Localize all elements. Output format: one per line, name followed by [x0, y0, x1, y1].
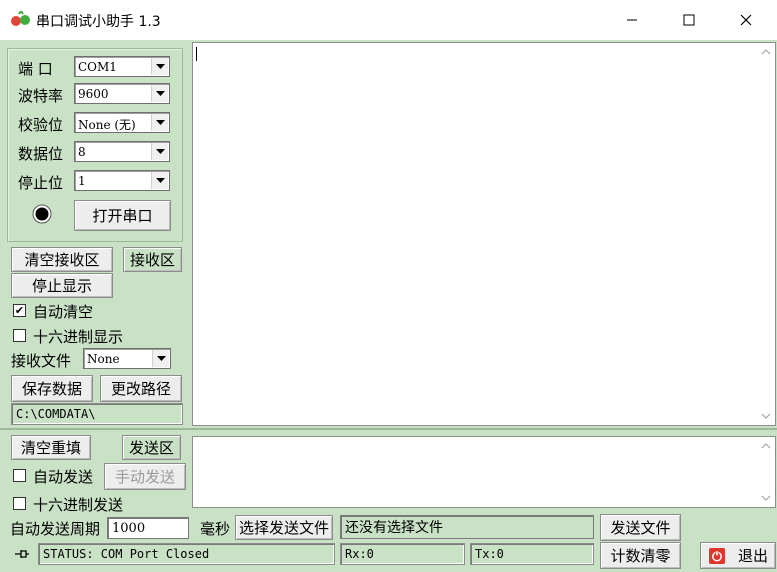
auto-clear-checkbox[interactable]: ✔ [13, 304, 26, 317]
databits-select[interactable]: 8 [74, 141, 170, 162]
choose-send-file-button[interactable]: 选择发送文件 [235, 515, 333, 540]
databits-label: 数据位 [18, 145, 64, 163]
receive-file-select[interactable]: None [83, 348, 171, 369]
tx-count: Tx:0 [470, 543, 594, 565]
baud-value: 9600 [78, 87, 109, 101]
port-status-indicator-icon [32, 204, 52, 224]
receive-file-label: 接收文件 [11, 352, 72, 370]
stop-display-button[interactable]: 停止显示 [11, 273, 113, 298]
text-cursor [196, 47, 197, 61]
receive-area-button[interactable]: 接收区 [123, 247, 182, 272]
port-select[interactable]: COM1 [74, 56, 170, 77]
manual-send-button[interactable]: 手动发送 [104, 463, 186, 490]
rx-count: Rx:0 [340, 543, 465, 565]
chevron-down-icon [151, 85, 168, 102]
scroll-up-icon[interactable] [761, 49, 771, 55]
stopbits-select[interactable]: 1 [74, 170, 170, 191]
minimize-button[interactable] [603, 0, 661, 40]
receive-file-value: None [87, 352, 120, 366]
divider [0, 428, 777, 430]
auto-send-checkbox[interactable] [13, 469, 26, 482]
send-textarea[interactable] [192, 436, 776, 508]
auto-send-label: 自动发送 [33, 468, 94, 486]
stopbits-label: 停止位 [18, 174, 64, 192]
title-bar: 串口调试小助手 1.3 [0, 0, 777, 40]
change-path-button[interactable]: 更改路径 [100, 375, 182, 402]
parity-label: 校验位 [18, 116, 64, 134]
hex-display-checkbox[interactable] [13, 329, 26, 342]
exit-label: 退出 [738, 547, 769, 565]
maximize-button[interactable] [660, 0, 718, 40]
save-data-button[interactable]: 保存数据 [11, 375, 93, 402]
status-text: STATUS: COM Port Closed [38, 543, 335, 565]
exit-button[interactable]: 退出 [700, 542, 776, 569]
open-port-button[interactable]: 打开串口 [74, 200, 171, 231]
hex-send-checkbox[interactable] [13, 497, 26, 510]
send-period-input[interactable]: 1000 [107, 517, 189, 539]
send-area-button[interactable]: 发送区 [122, 435, 181, 460]
hex-send-label: 十六进制发送 [33, 496, 124, 514]
databits-value: 8 [78, 145, 86, 159]
stopbits-value: 1 [78, 174, 86, 188]
send-file-status: 还没有选择文件 [340, 515, 594, 539]
parity-value: None (无) [78, 118, 136, 132]
chevron-down-icon [151, 58, 168, 75]
save-path-display: C:\COMDATA\ [11, 403, 183, 425]
window-title: 串口调试小助手 1.3 [36, 14, 161, 30]
clear-send-button[interactable]: 清空重填 [11, 435, 91, 460]
receive-scrollbar[interactable] [757, 43, 775, 425]
chevron-down-icon [151, 172, 168, 189]
pin-icon[interactable] [12, 546, 30, 562]
scroll-up-icon[interactable] [761, 443, 771, 449]
app-icon [11, 11, 30, 26]
checkmark-icon: ✔ [14, 304, 25, 317]
send-file-button[interactable]: 发送文件 [600, 514, 681, 541]
port-label: 端 口 [18, 60, 53, 78]
hex-display-label: 十六进制显示 [33, 328, 124, 346]
parity-select[interactable]: None (无) [74, 112, 170, 133]
scroll-down-icon[interactable] [761, 413, 771, 419]
close-button[interactable] [717, 0, 775, 40]
chevron-down-icon [151, 143, 168, 160]
port-value: COM1 [78, 60, 117, 74]
receive-textarea[interactable] [192, 42, 776, 426]
send-scrollbar[interactable] [757, 437, 775, 507]
baud-select[interactable]: 9600 [74, 83, 170, 104]
clear-receive-button[interactable]: 清空接收区 [11, 247, 113, 272]
chevron-down-icon [151, 114, 168, 131]
reset-count-button[interactable]: 计数清零 [600, 542, 681, 569]
auto-clear-label: 自动清空 [33, 303, 94, 321]
close-icon [740, 14, 752, 26]
power-icon [709, 547, 725, 564]
send-period-label: 自动发送周期 [10, 520, 101, 538]
maximize-icon [683, 14, 695, 26]
ms-label: 毫秒 [200, 520, 231, 538]
minimize-icon [627, 19, 637, 21]
chevron-down-icon [152, 350, 169, 367]
scroll-down-icon[interactable] [761, 495, 771, 501]
baud-label: 波特率 [18, 87, 64, 105]
client-area: 端 口 COM1 波特率 9600 校验位 None (无) 数据位 8 停止位… [0, 40, 777, 572]
